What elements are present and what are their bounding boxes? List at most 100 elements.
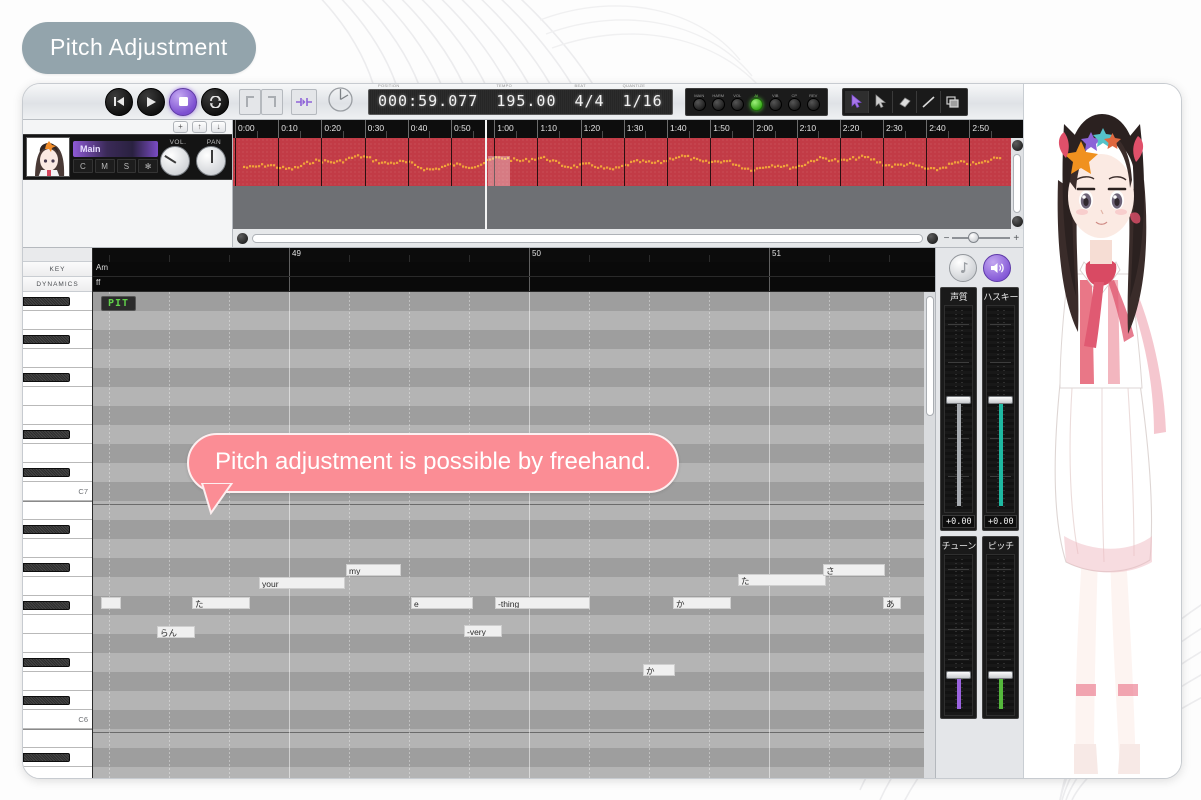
add-track-button[interactable]: +: [173, 121, 188, 133]
track-row[interactable]: Main C M S ✻ VOL. PAN: [23, 134, 232, 180]
pitch-grid[interactable]: PIT たらん your my e -very -thing かかたさあ: [93, 292, 936, 778]
grid-row[interactable]: [93, 539, 936, 558]
track-mute-button[interactable]: M: [94, 159, 115, 173]
knob-harm-dial[interactable]: [711, 98, 725, 111]
zoom-knob[interactable]: [968, 232, 980, 243]
grid-row[interactable]: [93, 311, 936, 330]
tune-handle[interactable]: [946, 671, 972, 679]
note-lyric-label[interactable]: [101, 597, 121, 609]
grid-row[interactable]: [93, 292, 936, 311]
timeline-ruler[interactable]: 0:00 0:10 0:20 0:30 0:40 0:50 1:00 1:10 1:20 1:30…: [233, 120, 1024, 138]
tune-track[interactable]: [944, 554, 974, 716]
note-lyric-label[interactable]: た: [192, 597, 250, 609]
audio-monitor-button[interactable]: [982, 254, 1011, 282]
pitch-fader[interactable]: ピッチ: [982, 536, 1020, 719]
track-pan-knob[interactable]: PAN: [196, 139, 232, 176]
piano-black-key[interactable]: [23, 658, 70, 667]
measure-ruler[interactable]: 49 50 51: [93, 248, 936, 262]
track-volume-knob[interactable]: VOL.: [160, 139, 196, 176]
knob-rev[interactable]: REV: [804, 93, 823, 111]
knob-vib-dial[interactable]: [768, 98, 782, 111]
track-pan-dial[interactable]: [196, 145, 226, 176]
loop-button[interactable]: [201, 87, 229, 116]
parameter-badge[interactable]: PIT: [101, 296, 137, 311]
knob-main[interactable]: MAIN: [690, 93, 709, 111]
knob-vib[interactable]: VIB: [766, 93, 785, 111]
key-lane-value[interactable]: Am: [96, 263, 108, 272]
husky-handle[interactable]: [988, 396, 1014, 404]
lcd-beat-value[interactable]: 4/4: [575, 92, 605, 110]
grid-row[interactable]: [93, 330, 936, 349]
piano-black-key[interactable]: [23, 335, 70, 344]
empty-track-lane[interactable]: [233, 186, 1024, 229]
grid-row[interactable]: [93, 406, 936, 425]
grid-row[interactable]: [93, 653, 936, 672]
knob-cp[interactable]: CP: [785, 93, 804, 111]
piano-keys[interactable]: C7 C6: [23, 292, 92, 778]
knob-vol-dial[interactable]: [730, 98, 744, 111]
arranger-vertical-scrollbar[interactable]: [1011, 138, 1024, 229]
audio-clip-lane[interactable]: [233, 138, 1024, 186]
rewind-button[interactable]: [105, 87, 133, 116]
grid-row[interactable]: [93, 748, 936, 767]
track-color-button[interactable]: C: [73, 159, 93, 173]
note-lyric-label[interactable]: my: [346, 564, 401, 576]
lcd-time-value[interactable]: 000:59.077: [378, 92, 478, 110]
scroll-up-handle[interactable]: [1011, 140, 1023, 151]
piano-black-key[interactable]: [23, 525, 70, 534]
track-solo-button[interactable]: S: [116, 159, 137, 173]
track-freeze-button[interactable]: ✻: [138, 159, 158, 173]
grid-row[interactable]: [93, 634, 936, 653]
piano-white-key[interactable]: [23, 387, 92, 406]
note-lyric-label[interactable]: らん: [157, 626, 195, 638]
scroll-thumb[interactable]: [1013, 154, 1022, 213]
line-tool[interactable]: [917, 90, 941, 113]
note-lyric-label[interactable]: -very: [464, 625, 502, 637]
dynamics-lane[interactable]: ff: [93, 277, 936, 292]
piano-black-key[interactable]: [23, 468, 70, 477]
piano-white-key[interactable]: [23, 767, 92, 778]
lcd-tempo-value[interactable]: 195.00: [496, 92, 556, 110]
snap-button[interactable]: [291, 88, 317, 115]
piano-white-key[interactable]: [23, 311, 92, 330]
grid-row[interactable]: [93, 672, 936, 691]
scroll-down-handle[interactable]: [1011, 216, 1023, 227]
metronome-toggle-button[interactable]: [948, 254, 977, 282]
voice-quality-value[interactable]: +0.00: [942, 515, 976, 528]
playhead[interactable]: [485, 120, 488, 229]
knob-harm[interactable]: HARM: [709, 93, 728, 111]
piano-white-key[interactable]: [23, 577, 92, 596]
piano-white-key[interactable]: [23, 672, 92, 691]
editor-scroll-thumb[interactable]: [925, 296, 934, 416]
note-lyric-label[interactable]: あ: [883, 597, 901, 609]
track-volume-dial[interactable]: [160, 145, 190, 176]
pitch-track[interactable]: [986, 554, 1016, 716]
piano-white-key[interactable]: [23, 444, 92, 463]
grid-row[interactable]: [93, 691, 936, 710]
piano-black-key[interactable]: [23, 601, 70, 610]
note-lyric-label[interactable]: e: [411, 597, 473, 609]
select-tool[interactable]: [869, 90, 893, 113]
scroll-left-handle[interactable]: [237, 232, 248, 244]
zoom-out-label[interactable]: −: [944, 233, 950, 244]
knob-main-dial[interactable]: [692, 98, 706, 111]
grid-row[interactable]: [93, 767, 936, 778]
knob-ai-dial[interactable]: [749, 98, 763, 111]
zoom-in-label[interactable]: +: [1013, 233, 1019, 244]
zoom-track[interactable]: [952, 232, 1011, 243]
piano-black-key[interactable]: [23, 297, 70, 306]
grid-row[interactable]: [93, 615, 936, 634]
voice-quality-track[interactable]: [944, 305, 974, 513]
note-lyric-label[interactable]: -thing: [495, 597, 590, 609]
piano-white-key[interactable]: [23, 615, 92, 634]
knob-cp-dial[interactable]: [787, 98, 801, 111]
piano-white-key[interactable]: [23, 501, 92, 520]
metronome-button[interactable]: [327, 86, 354, 118]
arranger-horizontal-scrollbar[interactable]: − +: [233, 229, 1024, 247]
husky-value[interactable]: +0.00: [984, 515, 1018, 528]
grid-row[interactable]: [93, 520, 936, 539]
scroll-right-handle[interactable]: [926, 232, 938, 244]
key-lane[interactable]: Am: [93, 262, 936, 277]
dynamics-lane-value[interactable]: ff: [96, 278, 100, 287]
voice-quality-handle[interactable]: [946, 396, 972, 404]
